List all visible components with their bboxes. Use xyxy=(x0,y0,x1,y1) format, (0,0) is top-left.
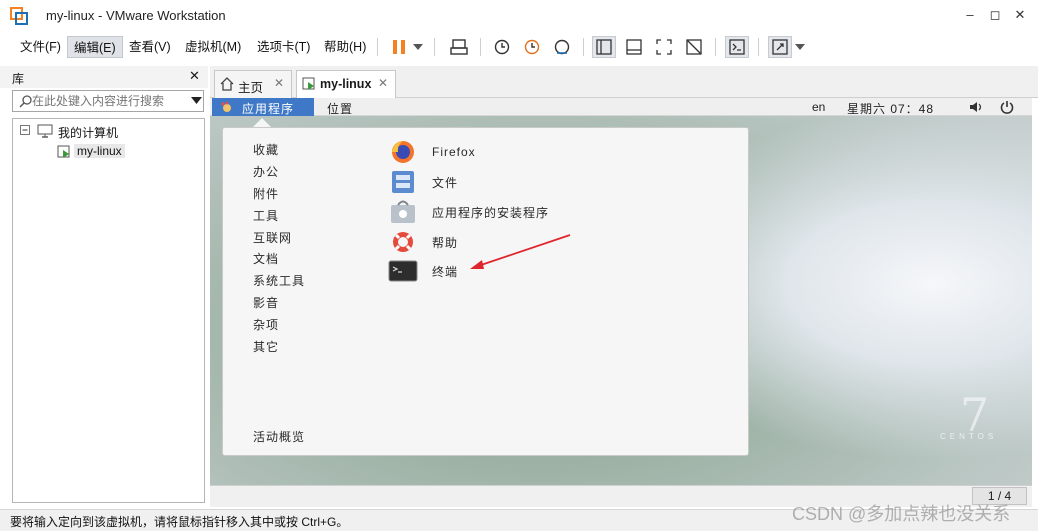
library-close-icon[interactable]: ✕ xyxy=(189,68,200,84)
category-accessories[interactable]: 附件 xyxy=(253,185,279,202)
toolbar-separator xyxy=(758,38,759,56)
revert-snapshot-icon[interactable] xyxy=(520,36,544,58)
vm-running-icon xyxy=(302,77,315,90)
gnome-foot-icon xyxy=(221,101,231,112)
stretch-icon[interactable] xyxy=(768,36,792,58)
home-icon xyxy=(220,77,234,91)
guest-clock[interactable]: 星期六 07：48 xyxy=(847,100,934,117)
minimize-button[interactable]: – xyxy=(958,4,982,26)
category-tools[interactable]: 工具 xyxy=(253,207,279,224)
category-office[interactable]: 办公 xyxy=(253,163,279,180)
unity-icon[interactable] xyxy=(682,36,706,58)
fullscreen-icon[interactable] xyxy=(652,36,676,58)
library-title: 库 xyxy=(12,72,25,86)
tab-my-linux-close-icon[interactable]: ✕ xyxy=(378,76,388,90)
firefox-icon xyxy=(392,141,414,163)
software-installer-icon xyxy=(391,200,415,223)
library-view-icon[interactable] xyxy=(592,36,616,58)
tree-collapse-icon[interactable] xyxy=(20,125,31,136)
category-system-tools[interactable]: 系统工具 xyxy=(253,272,305,289)
send-ctrl-alt-del-icon[interactable] xyxy=(447,36,471,58)
status-message: 要将输入定向到该虚拟机，请将鼠标指针移入其中或按 Ctrl+G。 xyxy=(10,515,349,529)
computer-icon xyxy=(37,124,53,138)
guest-applications-label: 应用程序 xyxy=(242,102,295,116)
snapshot-manager-icon[interactable] xyxy=(550,36,574,58)
toolbar-separator xyxy=(715,38,716,56)
terminal-icon xyxy=(388,260,418,282)
window-title: my-linux - VMware Workstation xyxy=(46,8,226,23)
toolbar-separator xyxy=(583,38,584,56)
toolbar-separator xyxy=(480,38,481,56)
app-software-label: 应用程序的安装程序 xyxy=(432,205,550,220)
activities-overview[interactable]: 活动概览 xyxy=(253,428,305,445)
power-icon[interactable] xyxy=(1000,100,1014,114)
files-icon xyxy=(392,171,414,193)
centos-logo-text: CENTOS xyxy=(940,432,998,441)
maximize-button[interactable]: ◻ xyxy=(983,4,1007,26)
library-header xyxy=(0,66,208,88)
pause-icon[interactable] xyxy=(387,36,411,58)
guest-places-menu[interactable]: 位置 xyxy=(327,100,353,117)
app-help-label: 帮助 xyxy=(432,235,459,250)
search-dropdown-icon[interactable] xyxy=(191,97,202,104)
volume-icon[interactable] xyxy=(969,101,985,113)
category-internet[interactable]: 互联网 xyxy=(253,229,292,246)
vm-running-icon xyxy=(57,145,70,158)
library-search-input[interactable] xyxy=(32,94,180,108)
category-others[interactable]: 其它 xyxy=(253,338,279,355)
menu-edit[interactable]: 编辑(E) xyxy=(67,36,123,58)
stretch-dropdown-icon[interactable] xyxy=(792,36,808,58)
toolbar-separator xyxy=(377,38,378,56)
annotation-arrow xyxy=(470,234,571,269)
snapshot-icon[interactable] xyxy=(490,36,514,58)
category-documents[interactable]: 文档 xyxy=(253,250,279,267)
app-files[interactable]: 文件 xyxy=(388,170,608,194)
category-sound-video[interactable]: 影音 xyxy=(253,294,279,311)
tab-home-close-icon[interactable]: ✕ xyxy=(274,76,284,90)
console-icon[interactable] xyxy=(725,36,749,58)
menu-view[interactable]: 查看(V) xyxy=(123,36,177,58)
menu-file[interactable]: 文件(F) xyxy=(14,36,67,58)
vmware-logo-icon xyxy=(10,7,28,25)
category-favorites[interactable]: 收藏 xyxy=(253,141,279,158)
app-firefox[interactable]: Firefox xyxy=(388,140,608,164)
watermark: CSDN @多加点辣也没关系 xyxy=(792,504,1011,524)
app-files-label: 文件 xyxy=(432,175,459,190)
category-other[interactable]: 杂项 xyxy=(253,316,279,333)
tree-item-my-computer[interactable]: 我的计算机 xyxy=(58,124,118,141)
power-dropdown-icon[interactable] xyxy=(410,36,426,58)
thumbnail-view-icon[interactable] xyxy=(622,36,646,58)
menu-tabs[interactable]: 选项卡(T) xyxy=(251,36,316,58)
menu-help[interactable]: 帮助(H) xyxy=(318,36,372,58)
guest-input-language[interactable]: en xyxy=(812,100,825,114)
search-icon xyxy=(19,95,32,108)
menu-pointer xyxy=(253,118,271,127)
help-lifebuoy-icon xyxy=(393,232,413,252)
menu-vm[interactable]: 虚拟机(M) xyxy=(179,36,247,58)
app-firefox-label: Firefox xyxy=(432,145,476,159)
close-window-button[interactable]: ✕ xyxy=(1008,4,1032,26)
app-software[interactable]: 应用程序的安装程序 xyxy=(388,200,608,224)
toolbar-separator xyxy=(434,38,435,56)
tab-my-linux-label: my-linux xyxy=(320,77,372,91)
tab-home-label: 主页 xyxy=(238,81,264,95)
library-tree xyxy=(12,118,205,503)
app-terminal-label: 终端 xyxy=(432,264,459,279)
tree-item-my-linux[interactable]: my-linux xyxy=(74,144,125,158)
